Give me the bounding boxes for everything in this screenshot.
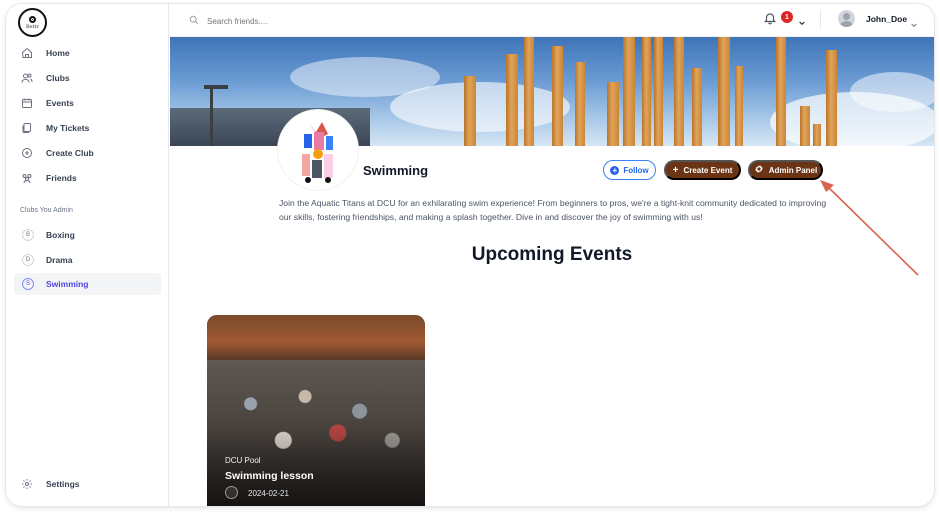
calendar-icon — [20, 96, 34, 110]
event-date: 2024-02-21 — [248, 489, 289, 498]
chevron-down-icon[interactable] — [798, 14, 806, 26]
chevron-down-icon[interactable] — [910, 16, 918, 28]
nav-my-tickets[interactable]: My Tickets — [14, 117, 161, 139]
sidebar: Bettr Home Clubs Events My Tickets Creat… — [6, 4, 169, 506]
admin-panel-label: Admin Panel — [768, 165, 818, 175]
search-icon — [189, 12, 199, 30]
search-bar — [189, 12, 407, 30]
users-icon — [20, 71, 34, 85]
admin-club-label: Swimming — [46, 279, 89, 289]
club-initial-badge: B — [22, 229, 34, 241]
annotation-arrow — [820, 180, 919, 276]
create-event-button[interactable]: + Create Event — [664, 160, 741, 180]
nav-home[interactable]: Home — [14, 42, 161, 64]
event-card[interactable]: DCU Pool Swimming lesson 2024-02-21 — [207, 315, 425, 506]
create-event-label: Create Event — [683, 165, 733, 175]
nav-create-club-label: Create Club — [46, 148, 94, 158]
search-input[interactable] — [207, 16, 407, 26]
nav-clubs[interactable]: Clubs — [14, 67, 161, 89]
admin-club-swimming[interactable]: S Swimming — [14, 273, 161, 295]
admin-club-drama[interactable]: D Drama — [14, 249, 161, 271]
top-bar: 1 John_Doe — [169, 4, 934, 37]
club-initial-badge: D — [22, 254, 34, 266]
nav-friends-label: Friends — [46, 173, 77, 183]
plus-circle-icon — [20, 146, 34, 160]
home-icon — [20, 46, 34, 60]
friends-icon — [20, 171, 34, 185]
gear-icon — [20, 477, 34, 491]
nav-events[interactable]: Events — [14, 92, 161, 114]
nav-home-label: Home — [46, 48, 70, 58]
nav-settings-label: Settings — [46, 479, 80, 489]
admin-club-label: Drama — [46, 255, 73, 265]
club-profile-image — [278, 110, 358, 190]
admin-club-boxing[interactable]: B Boxing — [14, 224, 161, 246]
topbar-divider — [820, 10, 821, 28]
admin-club-label: Boxing — [46, 230, 75, 240]
app-logo[interactable]: Bettr — [18, 8, 47, 37]
notification-count-badge: 1 — [781, 11, 793, 23]
admin-panel-button[interactable]: Admin Panel — [748, 160, 823, 180]
club-title: Swimming — [363, 163, 429, 178]
club-description: Join the Aquatic Titans at DCU for an ex… — [279, 198, 827, 222]
event-image — [207, 315, 425, 360]
admin-clubs-heading: Clubs You Admin — [20, 207, 73, 214]
plus-icon: + — [610, 165, 620, 175]
nav-clubs-label: Clubs — [46, 73, 70, 83]
nav-settings[interactable]: Settings — [14, 473, 161, 495]
calendar-icon — [225, 486, 238, 499]
username[interactable]: John_Doe — [866, 14, 907, 24]
avatar[interactable] — [838, 10, 855, 27]
follow-button[interactable]: + Follow — [603, 160, 656, 180]
nav-my-tickets-label: My Tickets — [46, 123, 90, 133]
bell-icon[interactable] — [763, 11, 777, 25]
gear-icon — [754, 164, 764, 177]
follow-button-label: Follow — [623, 165, 649, 175]
ticket-icon — [20, 121, 34, 135]
nav-create-club[interactable]: Create Club — [14, 142, 161, 164]
club-initial-badge: S — [22, 278, 34, 290]
event-title: Swimming lesson — [225, 470, 314, 482]
plus-icon: + — [672, 164, 679, 176]
event-location: DCU Pool — [225, 456, 261, 465]
nav-events-label: Events — [46, 98, 74, 108]
app-window: Bettr Home Clubs Events My Tickets Creat… — [6, 4, 934, 506]
nav-friends[interactable]: Friends — [14, 167, 161, 189]
